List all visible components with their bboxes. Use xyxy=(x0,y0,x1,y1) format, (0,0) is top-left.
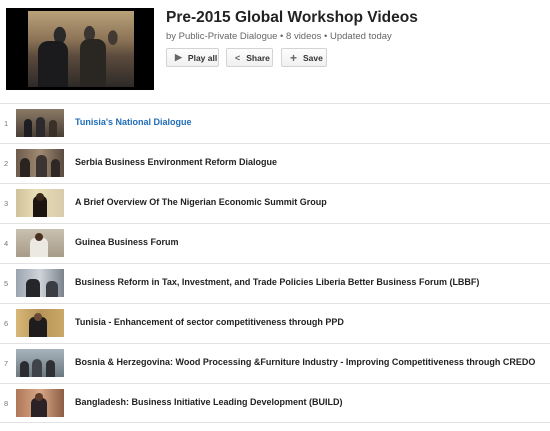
video-list: 1 Tunisia's National Dialogue 2 Serbia B… xyxy=(0,103,550,423)
save-label: Save xyxy=(303,52,323,63)
video-row[interactable]: 8 Bangladesh: Business Initiative Leadin… xyxy=(0,383,550,423)
video-index: 4 xyxy=(4,239,9,248)
video-index: 2 xyxy=(4,159,9,168)
play-all-label: Play all xyxy=(187,52,218,63)
play-icon: ▶ xyxy=(175,52,182,62)
video-title[interactable]: Tunisia - Enhancement of sector competit… xyxy=(75,317,344,327)
plus-icon: + xyxy=(290,50,298,65)
video-row[interactable]: 3 A Brief Overview Of The Nigerian Econo… xyxy=(0,183,550,223)
video-row[interactable]: 7 Bosnia & Herzegovina: Wood Processing … xyxy=(0,343,550,383)
video-row[interactable]: 1 Tunisia's National Dialogue xyxy=(0,103,550,143)
playlist-thumbnail[interactable] xyxy=(6,8,154,90)
video-thumbnail[interactable] xyxy=(16,109,64,137)
video-thumbnail[interactable] xyxy=(16,309,64,337)
save-button[interactable]: + Save xyxy=(281,48,327,67)
playlist-thumbnail-image xyxy=(28,11,134,87)
video-thumbnail[interactable] xyxy=(16,389,64,417)
share-button[interactable]: < Share xyxy=(226,48,273,67)
video-index: 7 xyxy=(4,359,9,368)
video-index: 6 xyxy=(4,319,9,328)
video-thumbnail[interactable] xyxy=(16,349,64,377)
video-title[interactable]: A Brief Overview Of The Nigerian Economi… xyxy=(75,197,327,207)
video-title[interactable]: Business Reform in Tax, Investment, and … xyxy=(75,277,479,287)
video-title[interactable]: Serbia Business Environment Reform Dialo… xyxy=(75,157,277,167)
video-title[interactable]: Guinea Business Forum xyxy=(75,237,179,247)
video-title[interactable]: Bosnia & Herzegovina: Wood Processing &F… xyxy=(75,357,535,367)
video-index: 1 xyxy=(4,119,9,128)
share-icon: < xyxy=(235,52,241,63)
video-title[interactable]: Tunisia's National Dialogue xyxy=(75,117,192,127)
video-thumbnail[interactable] xyxy=(16,149,64,177)
video-index: 8 xyxy=(4,399,9,408)
playlist-header: Pre-2015 Global Workshop Videos by Publi… xyxy=(0,0,550,100)
video-index: 3 xyxy=(4,199,9,208)
playlist-meta: by Public-Private Dialogue • 8 videos • … xyxy=(166,31,392,42)
video-index: 5 xyxy=(4,279,9,288)
video-thumbnail[interactable] xyxy=(16,189,64,217)
video-row[interactable]: 6 Tunisia - Enhancement of sector compet… xyxy=(0,303,550,343)
share-label: Share xyxy=(246,52,270,63)
video-title[interactable]: Bangladesh: Business Initiative Leading … xyxy=(75,397,343,407)
video-thumbnail[interactable] xyxy=(16,229,64,257)
playlist-title: Pre-2015 Global Workshop Videos xyxy=(166,9,418,26)
video-row[interactable]: 2 Serbia Business Environment Reform Dia… xyxy=(0,143,550,183)
video-row[interactable]: 5 Business Reform in Tax, Investment, an… xyxy=(0,263,550,303)
video-row[interactable]: 4 Guinea Business Forum xyxy=(0,223,550,263)
play-all-button[interactable]: ▶ Play all xyxy=(166,48,219,67)
video-thumbnail[interactable] xyxy=(16,269,64,297)
